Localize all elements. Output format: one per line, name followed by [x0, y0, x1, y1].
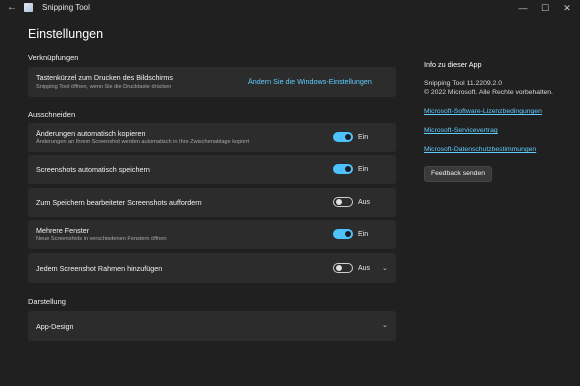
- toggle-knob: [336, 265, 342, 271]
- app-icon: [24, 3, 33, 12]
- setting-title: Screenshots automatisch speichern: [36, 165, 150, 174]
- toggle-state-label: Aus: [358, 265, 371, 272]
- maximize-button[interactable]: ☐: [534, 1, 556, 15]
- setting-title: Mehrere Fenster: [36, 226, 90, 235]
- chevron-down-icon[interactable]: ⌄: [382, 264, 388, 273]
- service-agreement-link[interactable]: Microsoft-Servicevertrag: [424, 126, 498, 135]
- toggle-state-label: Ein: [358, 166, 369, 173]
- app-design-card[interactable]: App-Design ⌄: [28, 311, 396, 341]
- setting-subtitle: Neue Screenshots in verschiedenen Fenste…: [36, 236, 167, 242]
- setting-title: Zum Speichern bearbeiteter Screenshots a…: [36, 198, 202, 207]
- print-screen-subtitle: Snipping Tool öffnen, wenn Sie die Druck…: [36, 84, 172, 90]
- toggle-knob: [345, 134, 351, 140]
- print-screen-title: Tastenkürzel zum Drucken des Bildschirms: [36, 73, 174, 82]
- print-screen-shortcut-card: Tastenkürzel zum Drucken des Bildschirms…: [28, 67, 396, 97]
- page-title: Einstellungen: [28, 27, 104, 41]
- setting-title: Jedem Screenshot Rahmen hinzufügen: [36, 264, 163, 273]
- multiple-windows-toggle[interactable]: [333, 229, 353, 239]
- setting-add-border[interactable]: Jedem Screenshot Rahmen hinzufügen Aus ⌄: [28, 253, 396, 283]
- window-title: Snipping Tool: [42, 3, 90, 12]
- section-shortcuts-label: Verknüpfungen: [28, 53, 79, 62]
- app-version: Snipping Tool 11.2209.2.0: [424, 80, 502, 87]
- about-heading: Info zu dieser App: [424, 60, 482, 69]
- toggle-state-label: Ein: [358, 231, 369, 238]
- auto-save-toggle[interactable]: [333, 164, 353, 174]
- setting-auto-copy: Änderungen automatisch kopieren Änderung…: [28, 123, 396, 152]
- setting-title: Änderungen automatisch kopieren: [36, 129, 146, 138]
- section-cut-label: Ausschneiden: [28, 110, 76, 119]
- minimize-button[interactable]: —: [512, 1, 534, 15]
- toggle-knob: [336, 199, 342, 205]
- toggle-state-label: Aus: [358, 199, 371, 206]
- prompt-save-toggle[interactable]: [333, 197, 353, 207]
- toggle-state-label: Ein: [358, 134, 369, 141]
- toggle-knob: [345, 166, 351, 172]
- section-display-label: Darstellung: [28, 297, 66, 306]
- close-button[interactable]: ✕: [556, 1, 578, 15]
- toggle-knob: [345, 231, 351, 237]
- chevron-down-icon[interactable]: ⌄: [382, 321, 388, 330]
- copyright-text: © 2022 Microsoft. Alle Rechte vorbehalte…: [424, 89, 553, 96]
- windows-settings-link[interactable]: Ändern Sie die Windows-Einstellungen: [248, 77, 372, 86]
- title-bar: ← Snipping Tool — ☐ ✕: [0, 0, 580, 16]
- feedback-button[interactable]: Feedback senden: [424, 166, 492, 182]
- privacy-statement-link[interactable]: Microsoft-Datenschutzbestimmungen: [424, 145, 536, 154]
- setting-auto-save: Screenshots automatisch speichern Ein: [28, 155, 396, 184]
- setting-multiple-windows: Mehrere Fenster Neue Screenshots in vers…: [28, 220, 396, 249]
- app-design-title: App-Design: [36, 322, 74, 331]
- auto-copy-toggle[interactable]: [333, 132, 353, 142]
- add-border-toggle[interactable]: [333, 263, 353, 273]
- back-arrow-icon[interactable]: ←: [6, 2, 18, 14]
- setting-subtitle: Änderungen an Ihrem Screenshot werden au…: [36, 139, 249, 145]
- setting-prompt-save: Zum Speichern bearbeiteter Screenshots a…: [28, 188, 396, 217]
- license-terms-link[interactable]: Microsoft-Software-Lizenzbedingungen: [424, 107, 542, 116]
